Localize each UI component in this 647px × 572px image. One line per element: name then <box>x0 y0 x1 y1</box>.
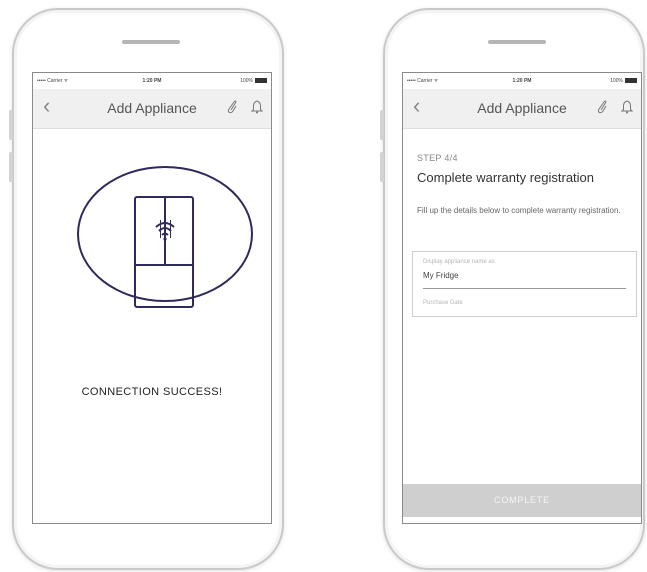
paperclip-icon[interactable] <box>226 99 237 114</box>
phone-screen: ••••• Carrier ᯤ 1:20 PM 100% ‹ Add Appli… <box>32 72 272 524</box>
connection-success-text: CONNECTION SUCCESS! <box>81 386 223 398</box>
paperclip-icon[interactable] <box>596 99 607 114</box>
status-time: 1:20 PM <box>512 78 532 84</box>
fridge-icon <box>134 196 194 308</box>
appliance-name-underline <box>423 288 626 289</box>
phone-side-button <box>9 110 13 140</box>
phone-frame-left: ••••• Carrier ᯤ 1:20 PM 100% ‹ Add Appli… <box>9 8 284 570</box>
battery-percent: 100% <box>240 78 253 84</box>
app-header: ‹ Add Appliance <box>33 89 271 129</box>
complete-button[interactable]: COMPLETE <box>403 484 641 517</box>
phone-speaker <box>122 40 180 44</box>
form-heading: Complete warranty registration <box>417 170 595 185</box>
appliance-name-input[interactable]: My Fridge <box>423 271 626 280</box>
battery-percent: 100% <box>610 78 623 84</box>
carrier-label: ••••• Carrier ᯤ <box>407 78 439 84</box>
phone-side-button <box>380 110 384 140</box>
phone-side-button <box>9 152 13 182</box>
app-header: ‹ Add Appliance <box>403 89 641 129</box>
status-time: 1:20 PM <box>142 78 162 84</box>
phone-screen: ••••• Carrier ᯤ 1:20 PM 100% ‹ Add Appli… <box>402 72 642 524</box>
carrier-label: ••••• Carrier ᯤ <box>37 78 69 84</box>
form-description: Fill up the details below to complete wa… <box>417 206 621 215</box>
appliance-name-label: Display appliance name as <box>423 259 495 265</box>
phone-frame-right: ••••• Carrier ᯤ 1:20 PM 100% ‹ Add Appli… <box>380 8 645 570</box>
phone-side-button <box>380 152 384 182</box>
status-bar: ••••• Carrier ᯤ 1:20 PM 100% <box>33 73 271 89</box>
status-bar: ••••• Carrier ᯤ 1:20 PM 100% <box>403 73 641 89</box>
battery-icon <box>625 78 637 84</box>
purchase-date-input[interactable]: Purchase Date <box>423 300 463 306</box>
bell-icon[interactable] <box>251 100 263 114</box>
phone-speaker <box>488 40 546 44</box>
wifi-icon <box>155 222 175 241</box>
warranty-form: Display appliance name as My Fridge Purc… <box>412 251 637 317</box>
battery-icon <box>255 78 267 84</box>
battery-indicator: 100% <box>610 78 637 84</box>
battery-indicator: 100% <box>240 78 267 84</box>
fridge-divider <box>136 264 192 266</box>
step-indicator: STEP 4/4 <box>417 153 458 163</box>
bell-icon[interactable] <box>621 100 633 114</box>
